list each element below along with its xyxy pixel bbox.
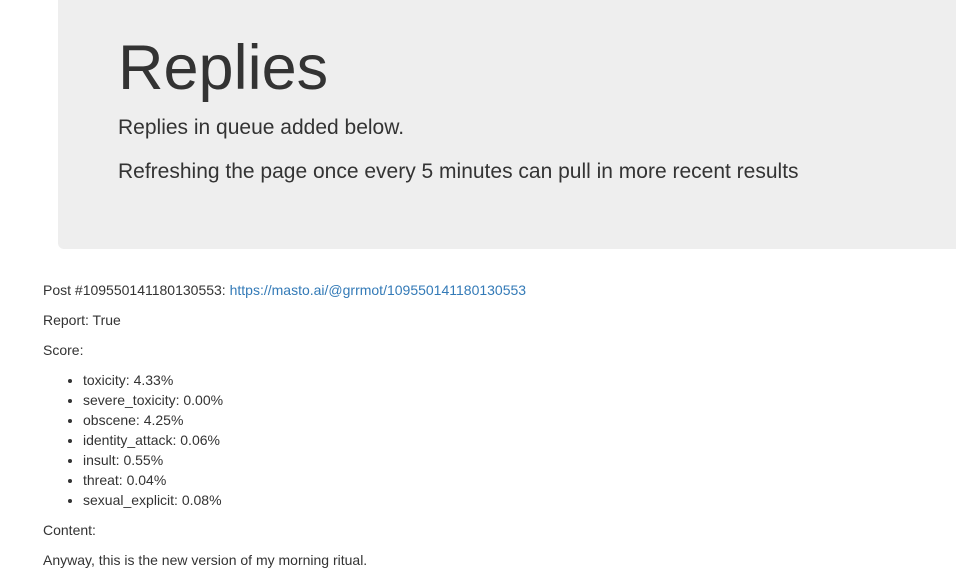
content-text: Anyway, this is the new version of my mo… [43, 552, 368, 568]
score-list: toxicity: 4.33% severe_toxicity: 0.00% o… [43, 370, 923, 510]
score-item-obscene: obscene: 4.25% [83, 410, 923, 430]
page-subtitle: Replies in queue added below. [118, 116, 405, 139]
page-header: Replies Replies in queue added below. Re… [58, 0, 956, 249]
post-link[interactable]: https://masto.ai/@grrmot/109550141180130… [230, 282, 526, 298]
score-item-sexual-explicit: sexual_explicit: 0.08% [83, 490, 923, 510]
page-title: Replies [118, 33, 329, 103]
reply-entry: Post #109550141180130553: https://masto.… [43, 280, 923, 580]
score-item-toxicity: toxicity: 4.33% [83, 370, 923, 390]
refresh-note: Refreshing the page once every 5 minutes… [118, 160, 799, 183]
score-item-insult: insult: 0.55% [83, 450, 923, 470]
score-label: Score: [43, 342, 84, 358]
score-item-identity-attack: identity_attack: 0.06% [83, 430, 923, 450]
report-status: Report: True [43, 312, 121, 328]
score-item-threat: threat: 0.04% [83, 470, 923, 490]
post-line: Post #109550141180130553: https://masto.… [43, 280, 923, 300]
content-label: Content: [43, 522, 96, 538]
post-label: Post #109550141180130553: [43, 282, 226, 298]
score-item-severe-toxicity: severe_toxicity: 0.00% [83, 390, 923, 410]
